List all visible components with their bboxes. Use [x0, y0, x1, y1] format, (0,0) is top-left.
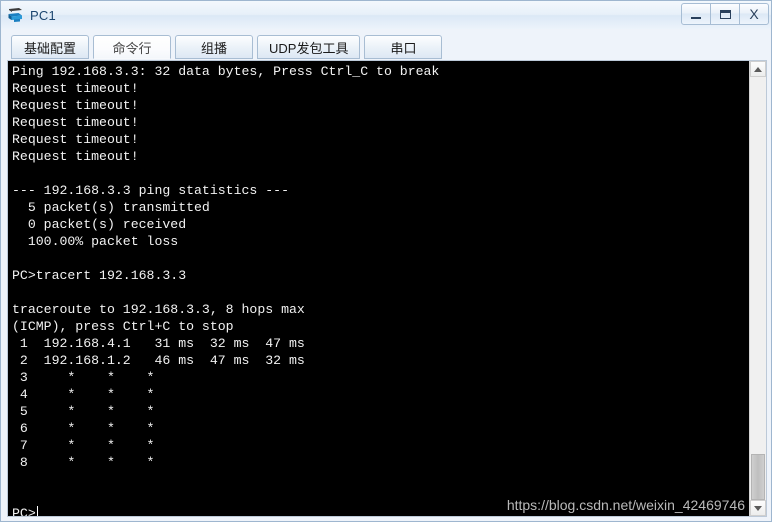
- console-line: traceroute to 192.168.3.3, 8 hops max: [12, 302, 305, 317]
- maximize-button[interactable]: [710, 3, 740, 25]
- minimize-icon: [691, 16, 701, 19]
- console-line: Request timeout!: [12, 98, 139, 113]
- console-line: Ping 192.168.3.3: 32 data bytes, Press C…: [12, 64, 440, 79]
- tab-label: 命令行: [112, 40, 152, 56]
- console-line: 6 * * *: [12, 421, 155, 436]
- console-line: --- 192.168.3.3 ping statistics ---: [12, 183, 289, 198]
- tab-command-line[interactable]: 命令行: [93, 35, 171, 59]
- console-line: 5 packet(s) transmitted: [12, 200, 210, 215]
- console-prompt-line[interactable]: PC>: [12, 505, 749, 516]
- console-line: 1 192.168.4.1 31 ms 32 ms 47 ms: [12, 336, 305, 351]
- text-cursor: [36, 506, 38, 516]
- scrollbar-thumb[interactable]: [751, 454, 765, 500]
- scroll-up-button[interactable]: [750, 61, 766, 77]
- tab-multicast[interactable]: 组播: [175, 35, 253, 59]
- console-line: 2 192.168.1.2 46 ms 47 ms 32 ms: [12, 353, 305, 368]
- console-line: 8 * * *: [12, 455, 155, 470]
- tab-label: 组播: [200, 40, 227, 56]
- chevron-up-icon: [754, 66, 762, 72]
- chevron-down-icon: [754, 505, 762, 511]
- tab-serial-port[interactable]: 串口: [364, 35, 443, 59]
- close-button[interactable]: X: [739, 3, 769, 25]
- console-line: 5 * * *: [12, 404, 155, 419]
- console-line: 7 * * *: [12, 438, 155, 453]
- scroll-down-button[interactable]: [750, 500, 766, 516]
- console-output[interactable]: Ping 192.168.3.3: 32 data bytes, Press C…: [8, 61, 749, 516]
- title-bar: PC1 X: [1, 1, 771, 29]
- window-title: PC1: [30, 7, 56, 23]
- minimize-button[interactable]: [681, 3, 711, 25]
- pc-device-icon: [6, 5, 26, 25]
- tab-basic-config[interactable]: 基础配置: [11, 35, 89, 59]
- window-controls: X: [681, 3, 769, 25]
- tab-udp-tool[interactable]: UDP发包工具: [257, 35, 361, 59]
- console-scrollbar[interactable]: [749, 61, 766, 516]
- tab-label: UDP发包工具: [269, 40, 349, 56]
- console-line: PC>tracert 192.168.3.3: [12, 268, 187, 283]
- tab-label: 串口: [390, 40, 417, 56]
- console-line: (ICMP), press Ctrl+C to stop: [12, 319, 234, 334]
- console-line: Request timeout!: [12, 132, 139, 147]
- maximize-icon: [719, 9, 731, 19]
- console-line: 3 * * *: [12, 370, 155, 385]
- tab-label: 基础配置: [23, 40, 76, 56]
- close-icon: X: [749, 6, 759, 22]
- console-line: Request timeout!: [12, 115, 139, 130]
- console-line: 100.00% packet loss: [12, 234, 179, 249]
- console-line: 0 packet(s) received: [12, 217, 187, 232]
- console-prompt: PC>: [12, 506, 36, 516]
- console-panel: Ping 192.168.3.3: 32 data bytes, Press C…: [7, 60, 767, 517]
- pc1-window: PC1 X 基础配置 命令行 组播 UDP发包工具 串口 Ping 192.16…: [0, 0, 772, 522]
- console-line: Request timeout!: [12, 81, 139, 96]
- console-line: Request timeout!: [12, 149, 139, 164]
- tab-bar: 基础配置 命令行 组播 UDP发包工具 串口: [1, 29, 771, 59]
- console-line: 4 * * *: [12, 387, 155, 402]
- scrollbar-track[interactable]: [750, 77, 766, 500]
